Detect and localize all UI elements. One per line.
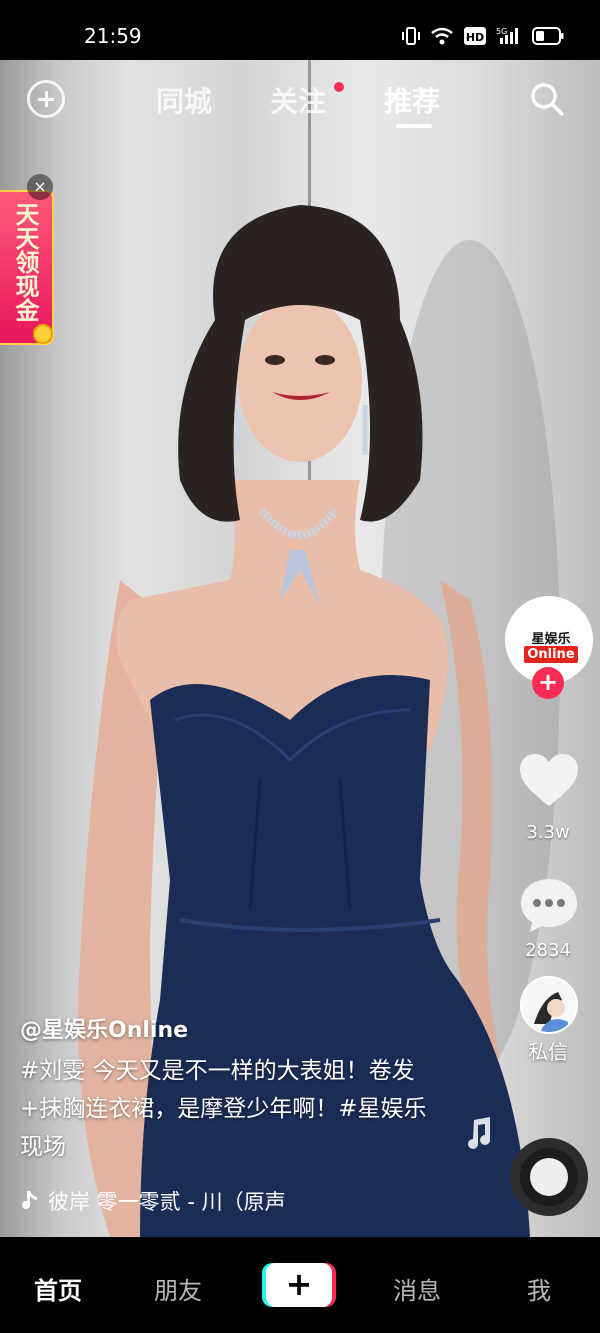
close-icon[interactable]: × (27, 174, 53, 200)
music-disc-icon[interactable] (510, 1138, 588, 1216)
comment-count: 2834 (525, 940, 571, 961)
music-row[interactable]: 彼岸 零一零贰 - 川（原声 (20, 1186, 286, 1216)
nav-friends[interactable]: 朋友 (154, 1271, 202, 1306)
nav-me[interactable]: 我 (527, 1271, 551, 1306)
author-name[interactable]: @星娱乐Online (20, 1012, 188, 1044)
notification-dot (334, 82, 344, 92)
search-icon[interactable] (528, 80, 566, 118)
tab-nearby[interactable]: 同城 (156, 80, 212, 120)
music-title: 彼岸 零一零贰 - 川（原声 (48, 1190, 286, 1214)
avatar-logo: 星娱乐Online (511, 628, 591, 663)
nav-home[interactable]: 首页 (34, 1271, 82, 1306)
status-time: 21:59 (84, 24, 142, 48)
status-bar: 21:59 HD 5G (0, 0, 600, 60)
status-icons: HD 5G (402, 26, 564, 46)
heart-icon[interactable] (518, 752, 580, 810)
music-icon (22, 1191, 37, 1209)
signal-5g-icon: 5G (496, 27, 518, 44)
post-caption: #刘雯 今天又是不一样的大表姐！卷发+抹胸连衣裙，是摩登少年啊！#星娱乐现场 (20, 1058, 427, 1160)
coin-icon (33, 324, 53, 344)
like-count: 3.3w (526, 822, 570, 843)
create-button[interactable]: + (266, 1263, 332, 1307)
nav-messages[interactable]: 消息 (393, 1271, 441, 1306)
battery-icon (532, 27, 564, 45)
tab-recommended[interactable]: 推荐 (384, 80, 440, 120)
wifi-icon (431, 27, 453, 45)
bottom-nav: 首页 朋友 + 消息 我 (0, 1237, 600, 1333)
active-tab-indicator (396, 124, 432, 128)
music-note-icon (468, 1117, 490, 1149)
svg-text:5G: 5G (496, 27, 507, 36)
comment-icon[interactable] (518, 876, 580, 934)
promo-banner[interactable]: 天天领现金 (0, 190, 54, 345)
vibrate-icon (402, 27, 420, 45)
dm-label: 私信 (528, 1040, 568, 1064)
follow-button[interactable]: + (532, 667, 564, 699)
top-nav: 同城 关注 推荐 (0, 60, 600, 140)
create-plus-icon: + (266, 1263, 332, 1307)
tab-following[interactable]: 关注 (270, 80, 326, 120)
svg-text:HD: HD (466, 31, 484, 44)
add-circle-icon[interactable] (27, 80, 65, 118)
music-disc-cover (530, 1158, 568, 1196)
promo-text: 天天领现金 (11, 202, 39, 322)
hd-icon: HD (464, 27, 486, 45)
dm-avatar[interactable] (520, 976, 578, 1034)
